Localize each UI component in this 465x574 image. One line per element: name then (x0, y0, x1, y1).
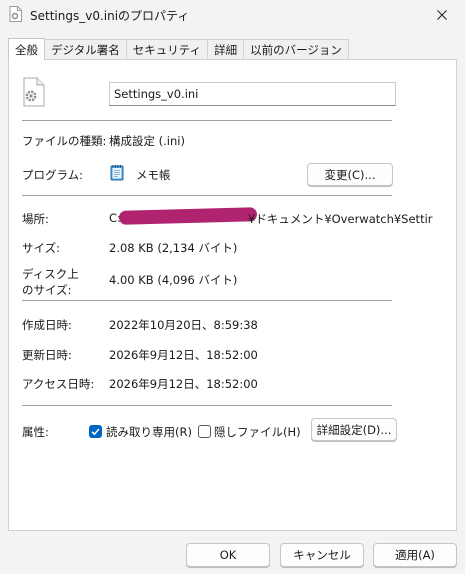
separator (22, 195, 392, 196)
redaction-mark (118, 207, 258, 225)
apply-button[interactable]: 適用(A) (373, 543, 457, 567)
close-icon (437, 10, 447, 20)
notepad-icon (110, 165, 124, 181)
tab-digital-signature[interactable]: デジタル署名 (44, 39, 127, 60)
location-value-end: ¥ドキュメント¥Overwatch¥Settir (248, 212, 433, 226)
file-name-input[interactable] (109, 82, 396, 106)
checkmark-icon (91, 428, 100, 436)
accessed-label: アクセス日時: (22, 377, 95, 391)
advanced-attributes-button[interactable]: 詳細設定(D)... (311, 418, 397, 441)
readonly-label[interactable]: 読み取り専用(R) (106, 424, 192, 440)
attributes-label: 属性: (22, 425, 49, 439)
accessed-value: 2026年9月12日、18:52:00 (109, 377, 258, 391)
readonly-checkbox[interactable] (89, 425, 102, 438)
created-value: 2022年10月20日、8:59:38 (109, 318, 258, 332)
size-value: 2.08 KB (2,134 バイト) (109, 241, 238, 255)
change-program-button[interactable]: 変更(C)... (307, 163, 393, 186)
modified-value: 2026年9月12日、18:52:00 (109, 348, 258, 362)
hidden-label[interactable]: 隠しファイル(H) (214, 424, 301, 440)
disk-size-label-line2: のサイズ: (22, 283, 72, 297)
close-button[interactable] (419, 0, 465, 30)
title-bar: Settings_v0.iniのプロパティ (0, 0, 465, 30)
disk-size-label-line1: ディスク上 (22, 267, 79, 281)
program-value: メモ帳 (136, 168, 171, 182)
ini-file-icon (9, 6, 22, 22)
modified-label: 更新日時: (22, 348, 72, 362)
ok-button[interactable]: OK (186, 543, 270, 567)
location-label: 場所: (22, 212, 49, 226)
tab-details[interactable]: 詳細 (207, 39, 245, 60)
disk-size-value: 4.00 KB (4,096 バイト) (109, 273, 238, 287)
created-label: 作成日時: (22, 318, 72, 332)
separator (22, 120, 392, 121)
tab-previous-versions[interactable]: 以前のバージョン (243, 39, 349, 60)
file-type-label: ファイルの種類: (22, 134, 107, 148)
cancel-button[interactable]: キャンセル (280, 543, 364, 567)
ini-file-large-icon (23, 77, 45, 107)
tab-security[interactable]: セキュリティ (125, 39, 209, 60)
file-type-value: 構成設定 (.ini) (109, 134, 185, 148)
tab-general[interactable]: 全般 (8, 38, 45, 60)
general-panel: ファイルの種類: 構成設定 (.ini) プログラム: メモ帳 変更(C)...… (8, 59, 457, 531)
separator (22, 300, 392, 301)
hidden-checkbox[interactable] (198, 425, 211, 438)
separator (22, 405, 392, 406)
size-label: サイズ: (22, 241, 61, 255)
program-label: プログラム: (22, 168, 84, 182)
tab-strip: 全般 デジタル署名 セキュリティ 詳細 以前のバージョン (8, 38, 349, 60)
window-title: Settings_v0.iniのプロパティ (30, 9, 190, 23)
